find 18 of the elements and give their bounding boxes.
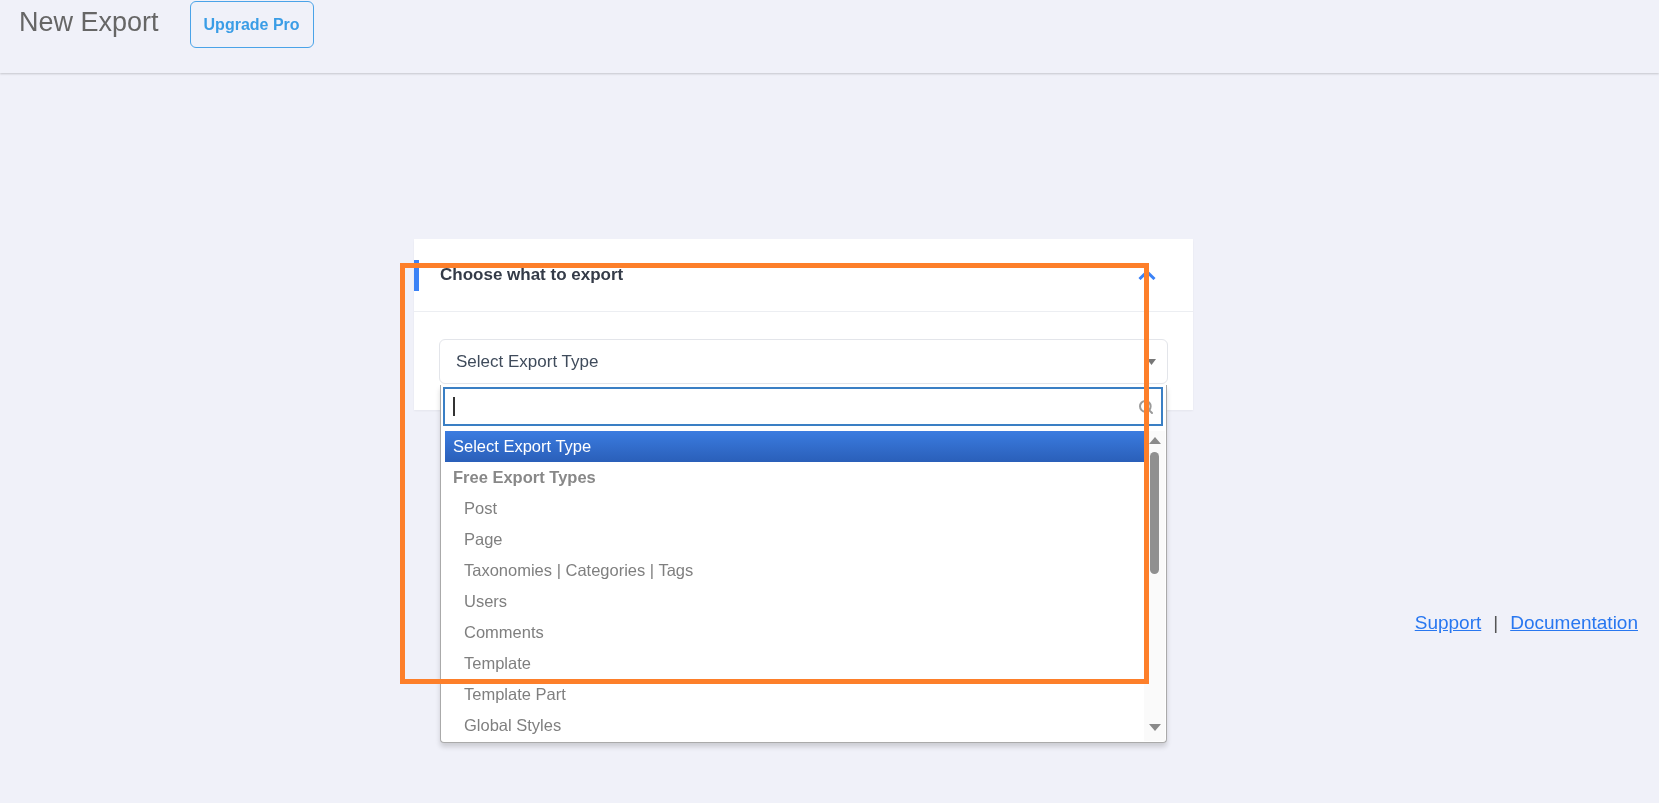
search-field[interactable] [443, 387, 1163, 426]
panel-title: Choose what to export [440, 264, 624, 287]
dropdown-option[interactable]: Select Export Type [445, 431, 1144, 462]
scroll-up-icon[interactable] [1148, 437, 1161, 444]
upgrade-button[interactable]: Upgrade Pro [189, 1, 314, 48]
search-icon [1138, 398, 1154, 415]
option-group-label: Free Export Types [453, 467, 596, 489]
scrollbar-thumb[interactable] [1150, 452, 1159, 574]
link-separator: | [1493, 612, 1499, 634]
footer-link[interactable]: Documentation [1510, 612, 1638, 634]
text-cursor [453, 397, 455, 416]
chevron-up-icon[interactable] [1138, 270, 1156, 280]
select-field[interactable]: Select Export Type [439, 339, 1168, 384]
scroll-down-icon[interactable] [1148, 724, 1161, 731]
page-title: New Export [19, 9, 159, 36]
dropdown-arrow-icon [1147, 358, 1156, 365]
accent-bar [414, 259, 419, 291]
footer-link[interactable]: Support [1414, 612, 1482, 634]
